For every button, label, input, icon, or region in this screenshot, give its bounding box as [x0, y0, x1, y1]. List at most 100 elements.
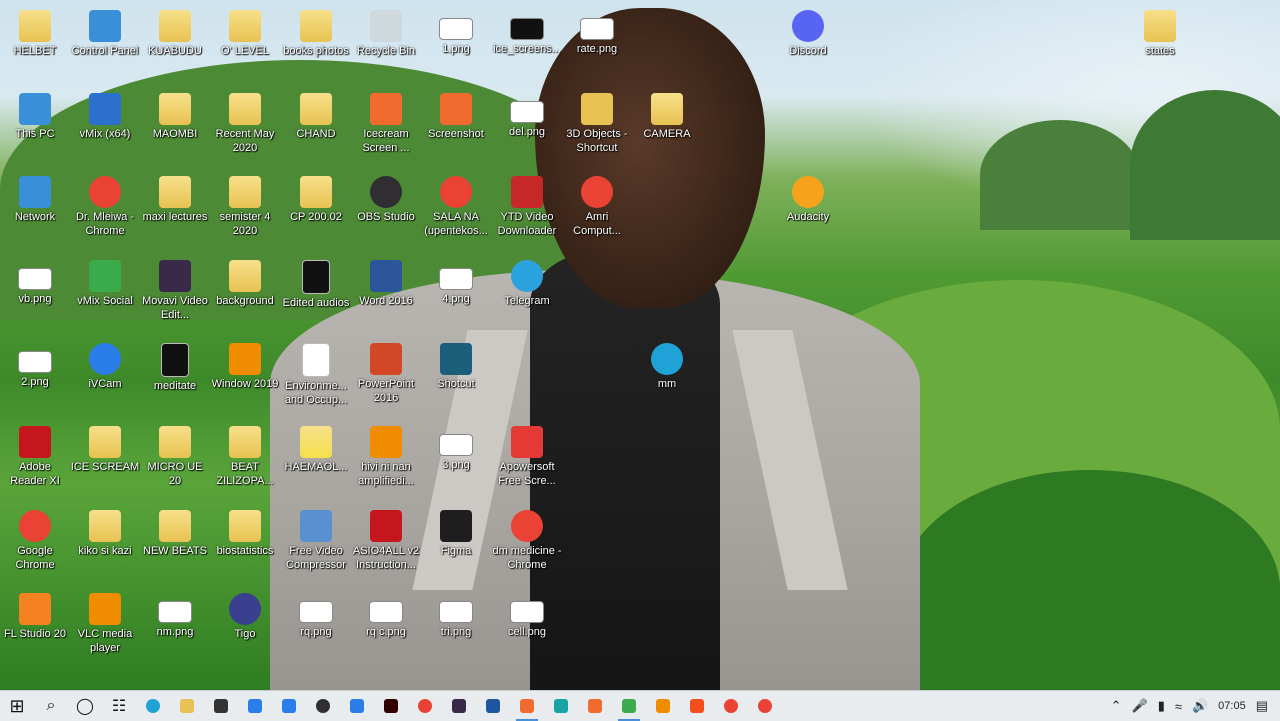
desktop-icon[interactable]: vb.png — [0, 260, 70, 306]
wifi-icon[interactable]: ≈ — [1170, 699, 1187, 714]
chrome-icon[interactable] — [714, 691, 748, 721]
desktop-icon[interactable]: dm medicine - Chrome — [492, 510, 562, 572]
microphone-icon[interactable]: 🎤 — [1127, 698, 1153, 714]
desktop-icon[interactable]: Tigo — [210, 593, 280, 641]
vlc-icon[interactable] — [646, 691, 680, 721]
desktop-icon[interactable]: MICRO UE 20 — [140, 426, 210, 488]
desktop-icon[interactable]: mm — [632, 343, 702, 391]
desktop-icon[interactable]: kiko si kazi — [70, 510, 140, 558]
edge-icon[interactable] — [136, 691, 170, 721]
desktop-icon[interactable]: 4.png — [421, 260, 491, 306]
desktop-icon[interactable]: KUABUDU — [140, 10, 210, 58]
desktop-icon[interactable]: 3D Objects - Shortcut — [562, 93, 632, 155]
volume-icon[interactable]: 🔊 — [1187, 698, 1213, 714]
desktop-icon[interactable]: tri.png — [421, 593, 491, 639]
desktop-icon[interactable]: Shotcut — [421, 343, 491, 391]
search-icon[interactable]: ⌕ — [34, 691, 68, 721]
desktop-icon[interactable]: Control Panel — [70, 10, 140, 58]
desktop-icon[interactable]: Edited audios — [281, 260, 351, 310]
desktop-icon[interactable]: Icecream Screen ... — [351, 93, 421, 155]
desktop-icon[interactable]: books photos — [281, 10, 351, 58]
file-explorer-icon[interactable] — [170, 691, 204, 721]
screen-icon[interactable] — [272, 691, 306, 721]
desktop-icon[interactable]: hivi ni nan amplifiedi... — [351, 426, 421, 488]
desktop-icon[interactable]: vMix Social — [70, 260, 140, 308]
desktop-icon[interactable]: Word 2016 — [351, 260, 421, 308]
desktop-icon[interactable]: ASIO4ALL v2 Instruction... — [351, 510, 421, 572]
desktop-icon[interactable]: HELBET — [0, 10, 70, 58]
chrome-icon[interactable] — [748, 691, 782, 721]
mail-icon[interactable] — [238, 691, 272, 721]
notifications-icon[interactable]: ▤ — [1251, 698, 1280, 714]
desktop-icon[interactable]: Free Video Compressor — [281, 510, 351, 572]
desktop-icon[interactable]: maxi lectures — [140, 176, 210, 224]
desktop-icon[interactable]: MAOMBI — [140, 93, 210, 141]
desktop-icon[interactable]: 1.png — [421, 10, 491, 56]
task-view-icon[interactable]: ☷ — [102, 691, 136, 721]
desktop-icon[interactable]: O' LEVEL — [210, 10, 280, 58]
desktop-icon[interactable]: meditate — [140, 343, 210, 393]
desktop-icon[interactable]: Network — [0, 176, 70, 224]
desktop-icon[interactable]: CAMERA — [632, 93, 702, 141]
desktop-icon[interactable]: del.png — [492, 93, 562, 139]
obs-icon[interactable] — [306, 691, 340, 721]
desktop-icon[interactable]: FL Studio 20 — [0, 593, 70, 641]
figma-icon[interactable] — [680, 691, 714, 721]
desktop-icon[interactable]: rate.png — [562, 10, 632, 56]
desktop-icon[interactable]: SALA NA (upentekos... — [421, 176, 491, 238]
store-icon[interactable] — [204, 691, 238, 721]
clock-time[interactable]: 07:05 — [1213, 700, 1251, 712]
desktop-icon[interactable]: ICE SCREAM — [70, 426, 140, 474]
desktop-icon[interactable]: rq.png — [281, 593, 351, 639]
desktop-icon[interactable]: Apowersoft Free Scre... — [492, 426, 562, 488]
screenshot-icon[interactable] — [578, 691, 612, 721]
desktop-icon[interactable]: background — [210, 260, 280, 308]
vmix-social-icon[interactable] — [612, 691, 646, 721]
desktop-icon[interactable]: Screenshot — [421, 93, 491, 141]
desktop-icon[interactable]: Figma — [421, 510, 491, 558]
desktop-icon[interactable]: ice_screens... — [492, 10, 562, 56]
desktop-icon[interactable]: Movavi Video Edit... — [140, 260, 210, 322]
desktop-icon[interactable]: Discord — [773, 10, 843, 58]
desktop-icon[interactable]: semister 4 2020 — [210, 176, 280, 238]
desktop-icon[interactable]: Adobe Reader XI — [0, 426, 70, 488]
desktop-icon[interactable]: Amri Comput... — [562, 176, 632, 238]
movavi-icon[interactable] — [442, 691, 476, 721]
desktop-icon[interactable]: rq c.png — [351, 593, 421, 639]
desktop-icon[interactable]: Window 2019 — [210, 343, 280, 391]
icecream-icon[interactable] — [510, 691, 544, 721]
ivcam-icon[interactable] — [340, 691, 374, 721]
desktop-icon[interactable]: vMix (x64) — [70, 93, 140, 141]
desktop-icon[interactable]: Environme... and Occup... — [281, 343, 351, 407]
windows-start-icon[interactable]: ⊞ — [0, 691, 34, 721]
desktop-icon[interactable]: states — [1125, 10, 1195, 58]
desktop-icon[interactable]: YTD Video Downloader — [492, 176, 562, 238]
desktop-icon[interactable]: NEW BEATS — [140, 510, 210, 558]
desktop-icon[interactable]: Recent May 2020 — [210, 93, 280, 155]
chrome-icon[interactable] — [408, 691, 442, 721]
illustrator-icon[interactable] — [374, 691, 408, 721]
desktop-icon[interactable]: 2.png — [0, 343, 70, 389]
apowersoft-icon[interactable] — [544, 691, 578, 721]
desktop-icon[interactable]: CP 200.02 — [281, 176, 351, 224]
desktop-icon[interactable]: VLC media player — [70, 593, 140, 655]
mail-send-icon[interactable] — [476, 691, 510, 721]
desktop-icon[interactable]: iVCam — [70, 343, 140, 391]
desktop-icon[interactable]: This PC — [0, 93, 70, 141]
desktop-icon[interactable]: HAEMAOL... — [281, 426, 351, 474]
cortana-icon[interactable]: ◯ — [68, 691, 102, 721]
desktop-icon[interactable]: biostatistics — [210, 510, 280, 558]
desktop-icon[interactable]: OBS Studio — [351, 176, 421, 224]
desktop-icon[interactable]: Google Chrome — [0, 510, 70, 572]
desktop-icon[interactable]: CHAND — [281, 93, 351, 141]
desktop-icon[interactable]: Recycle Bin — [351, 10, 421, 58]
desktop-icon[interactable]: Telegram — [492, 260, 562, 308]
chevron-up-icon[interactable]: ⌃ — [1106, 698, 1127, 714]
battery-icon[interactable]: ▮ — [1153, 698, 1170, 714]
desktop-icon[interactable]: PowerPoint 2016 — [351, 343, 421, 405]
desktop-icon[interactable]: Dr. Mleiwa - Chrome — [70, 176, 140, 238]
desktop-icon[interactable]: 3.png — [421, 426, 491, 472]
desktop-icon[interactable]: BEAT ZILIZOPA... — [210, 426, 280, 488]
desktop-icon[interactable]: Audacity — [773, 176, 843, 224]
desktop-icon[interactable]: cell.png — [492, 593, 562, 639]
